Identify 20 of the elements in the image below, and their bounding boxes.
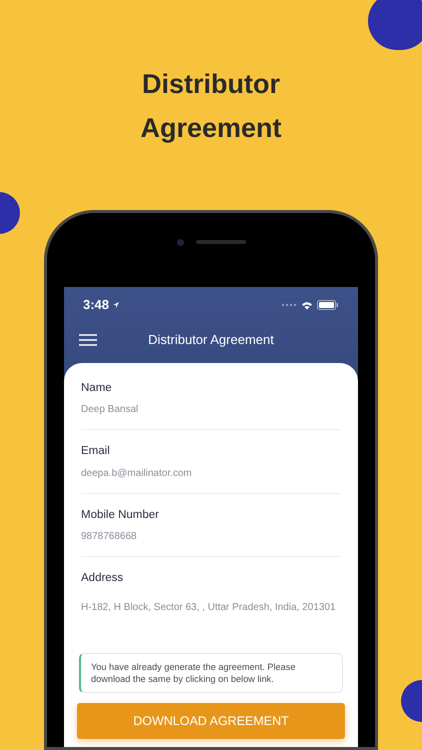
speaker-grille	[196, 240, 246, 244]
field-value: H-182, H Block, Sector 63, , Uttar Pradesh, India, 201301	[81, 601, 337, 615]
menu-icon[interactable]	[79, 334, 97, 346]
field-label: Name	[81, 381, 113, 396]
field-label: Mobile Number	[81, 508, 160, 522]
field-value: Deep Bansal	[81, 403, 140, 418]
field-label: Email	[81, 444, 111, 460]
headline: Distributor Agreement	[139, 68, 283, 145]
battery-icon	[317, 300, 339, 310]
signal-icon	[281, 303, 297, 307]
status-time: 3:48	[83, 296, 110, 314]
notice-text: You have already generate the agreement. Please download the same by clicking on below link.	[91, 661, 296, 685]
field-value: 9878768668	[81, 530, 138, 544]
nav-title: Distributor Agreement	[148, 331, 274, 350]
camera-icon	[176, 238, 184, 246]
field-value: deepa.b@mailinator.com	[81, 466, 193, 480]
download-button[interactable]: DOWNLOAD AGREEMENT	[77, 703, 345, 739]
location-arrow-icon	[112, 301, 120, 309]
field-label: Address	[81, 570, 124, 586]
wifi-icon	[301, 300, 313, 310]
